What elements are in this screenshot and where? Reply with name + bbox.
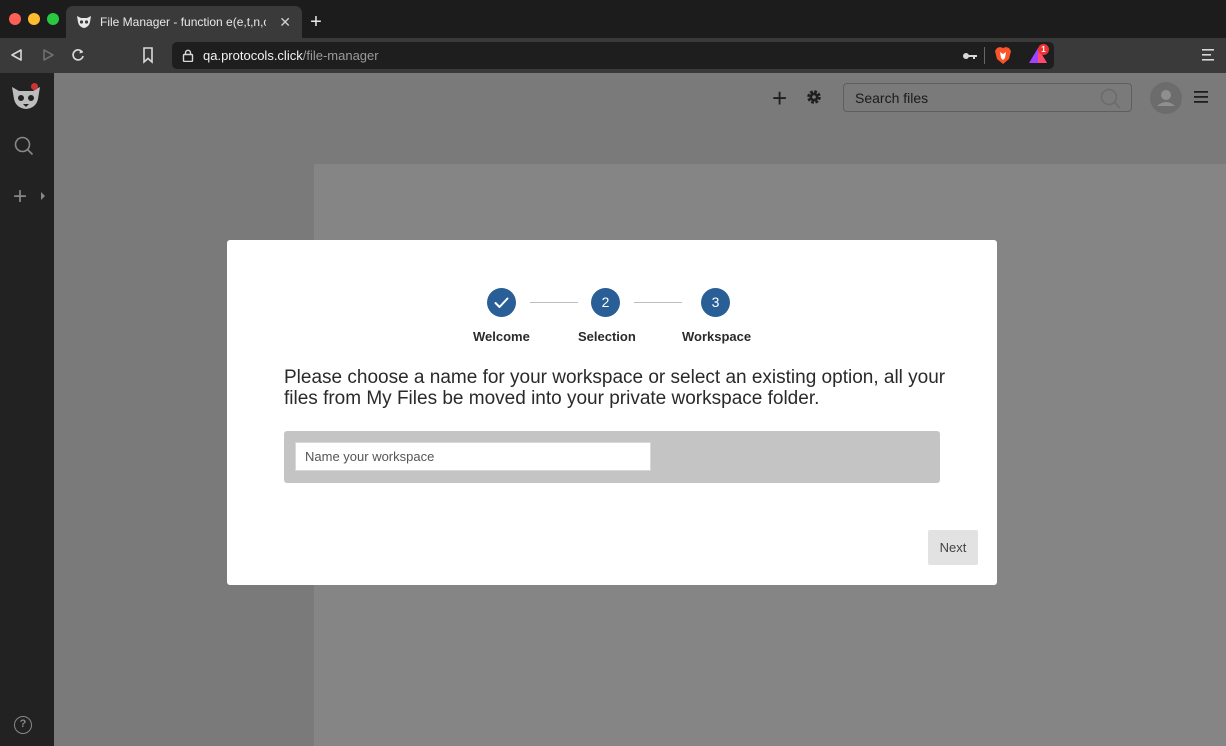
- tab-title: File Manager - function e(e,t,n,o,i,: [100, 15, 267, 29]
- step-connector: [530, 302, 578, 303]
- reload-button[interactable]: [68, 45, 88, 65]
- browser-tab[interactable]: File Manager - function e(e,t,n,o,i, ✕: [66, 6, 302, 38]
- workspace-setup-dialog: 2 3 Welcome Selection Workspace Please c…: [227, 240, 997, 585]
- browser-toolbar: qa.protocols.click/file-manager 1: [0, 38, 1226, 73]
- gear-icon[interactable]: [805, 88, 823, 106]
- browser-menu-icon[interactable]: [1202, 48, 1214, 62]
- left-sidebar: + ?: [0, 73, 54, 746]
- url-text: qa.protocols.click/file-manager: [203, 48, 379, 63]
- workspace-name-input[interactable]: [295, 442, 651, 471]
- hamburger-menu-icon[interactable]: [1194, 91, 1208, 103]
- forward-button[interactable]: [38, 45, 58, 65]
- step-2-circle: 2: [591, 288, 620, 317]
- magnifier-icon[interactable]: [1100, 88, 1121, 109]
- step-connector: [634, 302, 682, 303]
- new-tab-button[interactable]: +: [306, 12, 326, 32]
- step-3-label: Workspace: [682, 329, 752, 344]
- file-manager-app: + ? + 2 3 Welcome Selection Workspace: [0, 73, 1226, 746]
- tab-close-button[interactable]: ✕: [278, 14, 292, 31]
- window-minimize-button[interactable]: [28, 13, 40, 25]
- address-bar[interactable]: qa.protocols.click/file-manager 1: [172, 42, 1054, 69]
- dialog-instructions: Please choose a name for your workspace …: [284, 367, 946, 409]
- back-button[interactable]: [6, 45, 26, 65]
- user-icon: [1157, 90, 1175, 106]
- check-icon: [494, 297, 509, 308]
- address-bar-separator: [984, 47, 985, 64]
- url-path: /file-manager: [302, 48, 379, 63]
- back-icon: [10, 49, 22, 61]
- window-close-button[interactable]: [9, 13, 21, 25]
- bookmark-icon[interactable]: [140, 46, 156, 64]
- tab-favicon-icon: [76, 14, 92, 30]
- add-file-button[interactable]: +: [772, 85, 787, 111]
- avatar[interactable]: [1150, 82, 1182, 114]
- forward-icon: [42, 49, 54, 61]
- url-host: qa.protocols.click: [203, 48, 303, 63]
- workspace-input-area: [284, 431, 940, 483]
- step-3-circle: 3: [701, 288, 730, 317]
- reload-icon: [72, 49, 84, 61]
- search-input[interactable]: [845, 85, 1095, 110]
- window-zoom-button[interactable]: [47, 13, 59, 25]
- lock-icon: [182, 49, 194, 62]
- notification-dot: [31, 83, 38, 90]
- add-icon[interactable]: +: [13, 185, 27, 209]
- brave-shields-icon[interactable]: [994, 46, 1012, 65]
- rewards-badge: 1: [1038, 44, 1049, 55]
- step-2-label: Selection: [578, 329, 636, 344]
- step-1-circle: [487, 288, 516, 317]
- search-box: [843, 83, 1132, 112]
- browser-tab-strip: File Manager - function e(e,t,n,o,i, ✕ +: [0, 0, 1226, 38]
- step-1-label: Welcome: [473, 329, 530, 344]
- search-icon[interactable]: [14, 136, 34, 156]
- next-button[interactable]: Next: [928, 530, 978, 565]
- help-icon[interactable]: ?: [14, 716, 32, 734]
- expand-arrow-icon[interactable]: [41, 192, 45, 200]
- key-icon[interactable]: [962, 51, 978, 61]
- main-content-overlay: + 2 3 Welcome Selection Workspace Please…: [54, 73, 1226, 746]
